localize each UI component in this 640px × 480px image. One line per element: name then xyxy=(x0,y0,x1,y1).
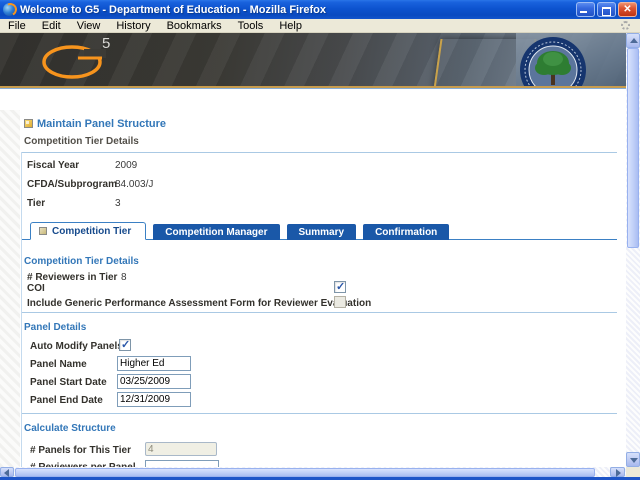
horizontal-scroll-thumb[interactable] xyxy=(15,467,595,477)
panel-name-label: Panel Name xyxy=(30,359,87,370)
scroll-down-button[interactable] xyxy=(626,452,640,467)
page-subtitle: Competition Tier Details xyxy=(24,136,139,147)
vertical-scroll-thumb[interactable] xyxy=(627,48,639,248)
menu-edit[interactable]: Edit xyxy=(34,19,69,33)
page-title: Maintain Panel Structure xyxy=(37,118,166,130)
g5-logo-icon xyxy=(42,45,106,79)
tab-confirmation[interactable]: Confirmation xyxy=(363,224,450,240)
coi-label: COI xyxy=(27,283,45,294)
tab-summary[interactable]: Summary xyxy=(286,224,357,240)
coi-checkbox[interactable] xyxy=(334,280,346,293)
fiscal-year-label: Fiscal Year xyxy=(27,160,80,171)
separator xyxy=(22,152,617,153)
nav-payments[interactable]: Payments xyxy=(298,94,350,106)
window-controls xyxy=(576,2,637,17)
calc-section-heading: Calculate Structure xyxy=(24,423,116,434)
loading-throbber-icon xyxy=(621,21,630,30)
scroll-up-button[interactable] xyxy=(626,33,640,48)
scroll-left-button[interactable] xyxy=(0,467,14,477)
menu-tools[interactable]: Tools xyxy=(230,19,272,33)
nav-logout[interactable]: Logout xyxy=(524,94,561,106)
generic-form-label: Include Generic Performance Assessment F… xyxy=(27,298,372,309)
firefox-icon xyxy=(3,3,16,16)
fiscal-year-value: 2009 xyxy=(115,160,138,171)
panels-for-tier-label: # Panels for This Tier xyxy=(30,445,131,456)
menu-bar: File Edit View History Bookmarks Tools H… xyxy=(0,19,640,33)
window-title: Welcome to G5 - Department of Education … xyxy=(20,3,326,16)
scroll-right-button[interactable] xyxy=(610,467,625,477)
panel-start-date-input[interactable] xyxy=(117,374,191,389)
tab-competition-manager[interactable]: Competition Manager xyxy=(153,224,280,240)
reviewers-in-tier-value: 8 xyxy=(121,272,127,283)
main-nav: Main Grant Setup Grant Maintenance Payme… xyxy=(0,88,626,110)
panel-start-date-label: Panel Start Date xyxy=(30,377,107,388)
tier-section-heading: Competition Tier Details xyxy=(24,256,139,267)
left-stripe-decoration xyxy=(0,110,20,467)
menu-file[interactable]: File xyxy=(0,19,34,33)
browser-window: Welcome to G5 - Department of Education … xyxy=(0,0,640,480)
tier-label: Tier xyxy=(27,198,46,209)
cfda-subprogram-label: CFDA/Subprogram xyxy=(27,179,117,190)
tab-competition-tier[interactable]: Competition Tier xyxy=(30,222,147,240)
menu-view[interactable]: View xyxy=(69,19,109,33)
menu-bookmarks[interactable]: Bookmarks xyxy=(159,19,230,33)
auto-modify-label: Auto Modify Panels xyxy=(30,341,123,352)
page-content: Maintain Panel Structure Competition Tie… xyxy=(0,110,626,467)
menu-help[interactable]: Help xyxy=(271,19,310,33)
tab-strip: Competition Tier Competition Manager Sum… xyxy=(30,222,450,240)
close-button[interactable] xyxy=(618,2,637,17)
separator xyxy=(22,312,617,313)
content-left-border xyxy=(21,152,22,467)
nav-reports[interactable]: Reports xyxy=(456,94,498,106)
nav-grant-setup[interactable]: Grant Setup xyxy=(82,94,145,106)
separator xyxy=(22,413,617,414)
tier-value: 3 xyxy=(115,198,121,209)
panel-end-date-input[interactable] xyxy=(117,392,191,407)
reviewers-per-panel-input[interactable] xyxy=(145,460,219,467)
page-title-icon xyxy=(24,119,33,128)
reviewers-in-tier-label: # Reviewers in Tier xyxy=(27,272,118,283)
nav-grant-maintenance[interactable]: Grant Maintenance xyxy=(172,94,271,106)
auto-modify-checkbox[interactable] xyxy=(119,338,131,351)
g5-banner: 5 Empowering the grant community. xyxy=(0,33,626,86)
tab-label: Competition Tier xyxy=(52,225,132,237)
tab-icon xyxy=(39,227,47,235)
restore-button[interactable] xyxy=(597,2,616,17)
panel-name-input[interactable] xyxy=(117,356,191,371)
panel-end-date-label: Panel End Date xyxy=(30,395,103,406)
title-bar: Welcome to G5 - Department of Education … xyxy=(0,0,640,19)
panel-section-heading: Panel Details xyxy=(24,322,87,333)
nav-main[interactable]: Main xyxy=(30,94,55,106)
g5-logo-number: 5 xyxy=(102,35,111,52)
cfda-subprogram-value: 84.003/J xyxy=(115,179,154,190)
panels-for-tier-input xyxy=(145,442,217,456)
menu-history[interactable]: History xyxy=(108,19,158,33)
minimize-button[interactable] xyxy=(576,2,595,17)
dept-of-education-seal xyxy=(520,37,586,86)
nav-g5-admin[interactable]: G5 Admin xyxy=(377,94,429,106)
scrollbar-corner xyxy=(626,467,640,477)
generic-form-checkbox xyxy=(334,296,346,308)
